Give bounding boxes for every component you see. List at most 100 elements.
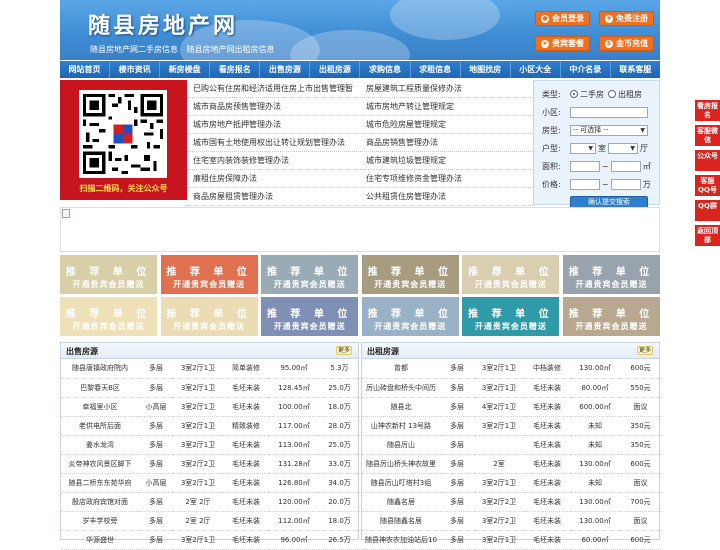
area-min-input[interactable]: [570, 160, 600, 172]
listing-row[interactable]: 岁丰学校旁 多层 2室 2厅 毛坯未装 112.00㎡ 18.0万: [61, 511, 360, 531]
recommended-unit-ad[interactable]: 推 荐 单 位开通贵宾会员赠送: [462, 297, 560, 336]
vip-package-button[interactable]: ★ 贵宾套餐: [535, 36, 590, 51]
listing-row[interactable]: 随县唐镇政府院内 多层 3室2厅1卫 简单装修 95.00㎡ 5.3万: [61, 359, 360, 379]
listing-row[interactable]: 随鑫名居 多层 3室2厅2卫 毛坯未装 130.00㎡ 700元: [362, 492, 661, 512]
radio-rental[interactable]: [608, 90, 616, 98]
listing-location[interactable]: 曾都: [362, 359, 440, 379]
listing-row[interactable]: 山神农新村 13号路 多层 3室2厅1卫 毛坯未装 未知 350元: [362, 416, 661, 436]
news-link[interactable]: 城市房地产抵押管理办法: [187, 116, 360, 133]
register-button[interactable]: ✚ 免费注册: [599, 11, 654, 26]
news-link[interactable]: 已购公有住房和经济适用住房上市出售管理暂: [187, 80, 360, 97]
listing-location[interactable]: 随县厉山叮塔村3组: [362, 473, 440, 493]
rent-more-button[interactable]: 更多: [637, 346, 653, 355]
news-link[interactable]: 商品房销售管理办法: [360, 134, 533, 151]
listing-location[interactable]: 殷店政府宾馆对面: [61, 492, 139, 512]
listing-location[interactable]: 随县二桥东东苑华府: [61, 473, 139, 493]
sale-more-button[interactable]: 更多: [336, 346, 352, 355]
recommended-unit-ad[interactable]: 推 荐 单 位开通贵宾会员赠送: [261, 297, 359, 336]
listing-row[interactable]: 姜水龙湾 多层 3室2厅1卫 毛坯未装 113.00㎡ 25.0万: [61, 435, 360, 455]
side-qq-group[interactable]: QQ群: [695, 200, 720, 221]
recommended-unit-ad[interactable]: 推 荐 单 位开通贵宾会员赠送: [563, 297, 660, 336]
nav-viewing-signup[interactable]: 看房报名: [210, 61, 261, 78]
recommended-unit-ad[interactable]: 推 荐 单 位开通贵宾会员赠送: [361, 255, 459, 294]
listing-location[interactable]: 随县厉山桥头神农故里: [362, 454, 440, 474]
nav-new-homes[interactable]: 新房楼盘: [160, 61, 211, 78]
listing-row[interactable]: 随县二桥东东苑华府 小高层 3室2厅1卫 毛坯未装 126.80㎡ 34.0万: [61, 473, 360, 493]
nav-agencies[interactable]: 中介名录: [561, 61, 611, 78]
news-link[interactable]: 城市建筑垃圾管理规定: [360, 152, 533, 169]
nav-for-rent[interactable]: 出租房源: [310, 61, 361, 78]
recommended-unit-ad[interactable]: 推 荐 单 位开通贵宾会员赠送: [160, 255, 258, 294]
recommended-unit-ad[interactable]: 推 荐 单 位开通贵宾会员赠送: [160, 297, 258, 336]
recommended-unit-ad[interactable]: 推 荐 单 位开通贵宾会员赠送: [361, 297, 459, 336]
nav-home[interactable]: 网站首页: [60, 61, 111, 78]
price-max-input[interactable]: [610, 178, 641, 190]
listing-location[interactable]: 岁丰学校旁: [61, 511, 139, 531]
news-link[interactable]: 城市商品房预售管理办法: [187, 98, 360, 115]
recharge-button[interactable]: $ 金币充值: [599, 36, 654, 51]
listing-row[interactable]: 随县厉山桥头神农故里 多层 2室 毛坯未装 130.00㎡ 600元: [362, 454, 661, 474]
subtitle-link-rent[interactable]: 随县房地产网出租房信息: [187, 45, 275, 54]
listing-location[interactable]: 老供电所后面: [61, 416, 139, 436]
nav-map-search[interactable]: 地图找房: [461, 61, 511, 78]
listing-location[interactable]: 幸福里小区: [61, 397, 139, 417]
listing-row[interactable]: 炎帝神农风景区脚下 多层 3室2厅2卫 毛坯未装 131.28㎡ 33.0万: [61, 454, 360, 474]
listing-row[interactable]: 随县厉山叮塔村3组 多层 3室2厅1卫 毛坯未装 未知 面议: [362, 473, 661, 493]
nav-contact[interactable]: 联系客服: [611, 61, 660, 78]
listing-row[interactable]: 随县北 多层 4室2厅1卫 毛坯未装 600.00㎡ 面议: [362, 397, 661, 417]
listing-row[interactable]: 厉山砖盘和桥头中间历 多层 3室2厅1卫 毛坯未装 80.00㎡ 550元: [362, 378, 661, 398]
listing-location[interactable]: 随县唐镇政府院内: [61, 359, 139, 379]
listing-location[interactable]: 巴黎春天B区: [61, 378, 139, 398]
listing-row[interactable]: 老供电所后面 多层 3室2厅1卫 精致装修 117.00㎡ 28.0万: [61, 416, 360, 436]
login-button[interactable]: ● 会员登录: [535, 11, 590, 26]
news-link[interactable]: 城市危险房屋管理规定: [360, 116, 533, 133]
nav-communities[interactable]: 小区大全: [511, 61, 561, 78]
house-type-select[interactable]: -- 可选择 -- ▼: [570, 124, 648, 136]
hall-select[interactable]: ▼: [608, 142, 638, 154]
recommended-unit-ad[interactable]: 推 荐 单 位开通贵宾会员赠送: [60, 297, 157, 336]
news-link[interactable]: 城市国有土地使用权出让转让规划管理办法: [187, 134, 360, 151]
area-max-input[interactable]: [610, 160, 641, 172]
listing-row[interactable]: 曾都 多层 3室2厅1卫 中档装修 130.00㎡ 600元: [362, 359, 661, 379]
side-official-account[interactable]: 公众号: [695, 150, 720, 171]
listing-location[interactable]: 姜水龙湾: [61, 435, 139, 455]
community-input[interactable]: [570, 106, 648, 118]
side-qq[interactable]: 客服QQ号: [695, 175, 720, 196]
room-select[interactable]: ▼: [570, 142, 596, 154]
site-title[interactable]: 随县房地产网: [88, 8, 238, 40]
listing-location[interactable]: 山神农新村 13号路: [362, 416, 440, 436]
side-back-to-top[interactable]: 返回顶部: [695, 225, 720, 246]
listing-row[interactable]: 殷店政府宾馆对面 多层 2室 2厅 毛坯未装 120.00㎡ 20.0万: [61, 492, 360, 512]
news-link[interactable]: 商品房屋租赁管理办法: [187, 188, 360, 205]
radio-secondhand[interactable]: [570, 90, 578, 98]
news-link[interactable]: 住宅专项维修资金管理办法: [360, 170, 533, 187]
listing-location[interactable]: 厉山砖盘和桥头中间历: [362, 378, 440, 398]
side-wechat[interactable]: 客服微信: [695, 125, 720, 146]
news-link[interactable]: 房屋建筑工程质量保修办法: [360, 80, 533, 97]
nav-news[interactable]: 楼市资讯: [110, 61, 161, 78]
listing-location[interactable]: 随县厉山: [362, 435, 440, 455]
subtitle-link-sale[interactable]: 随县房地产网二手房信息: [90, 45, 178, 54]
news-link[interactable]: 城市房地产转让管理规定: [360, 98, 533, 115]
recommended-unit-ad[interactable]: 推 荐 单 位开通贵宾会员赠送: [261, 255, 359, 294]
recommended-unit-ad[interactable]: 推 荐 单 位开通贵宾会员赠送: [462, 255, 560, 294]
ad-banner[interactable]: [60, 207, 660, 252]
recommended-unit-ad[interactable]: 推 荐 单 位开通贵宾会员赠送: [60, 255, 157, 294]
side-viewing-signup[interactable]: 看房报名: [695, 100, 720, 121]
listing-row[interactable]: 幸福里小区 小高层 3室2厅1卫 毛坯未装 100.00㎡ 18.0万: [61, 397, 360, 417]
listing-row[interactable]: 随县厉山 多层 毛坯未装 未知 350元: [362, 435, 661, 455]
price-min-input[interactable]: [570, 178, 600, 190]
listing-location[interactable]: 炎帝神农风景区脚下: [61, 454, 139, 474]
listing-row[interactable]: 随县随鑫名居 多层 3室2厅2卫 毛坯未装 130.00㎡ 面议: [362, 511, 661, 531]
recommended-unit-ad[interactable]: 推 荐 单 位开通贵宾会员赠送: [563, 255, 660, 294]
listing-location[interactable]: 随鑫名居: [362, 492, 440, 512]
news-link[interactable]: 住宅室内装饰装修管理办法: [187, 152, 360, 169]
news-link[interactable]: 廉租住房保障办法: [187, 170, 360, 187]
listing-location[interactable]: 随县随鑫名居: [362, 511, 440, 531]
nav-wanted-buy[interactable]: 求购信息: [360, 61, 411, 78]
listing-row[interactable]: 巴黎春天B区 多层 3室2厅1卫 毛坯未装 128.45㎡ 25.0万: [61, 378, 360, 398]
listing-location[interactable]: 随县北: [362, 397, 440, 417]
news-link[interactable]: 公共租赁住房管理办法: [360, 188, 533, 205]
nav-for-sale[interactable]: 出售房源: [260, 61, 311, 78]
nav-wanted-rent[interactable]: 求租信息: [411, 61, 461, 78]
